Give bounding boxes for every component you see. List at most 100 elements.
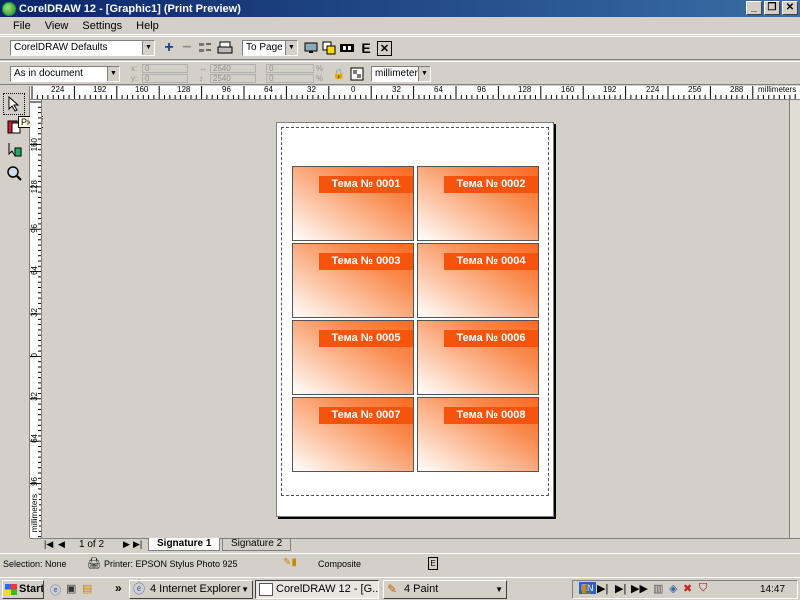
card-title: Тема № 0003 (319, 253, 413, 270)
menu-view[interactable]: View (38, 20, 76, 32)
card-title: Тема № 0008 (444, 407, 538, 424)
explorer-quicklaunch-icon[interactable]: ▤ (82, 582, 92, 595)
chevron-down-icon[interactable]: ▼ (285, 41, 297, 55)
close-button[interactable]: ✕ (782, 1, 798, 15)
label-card[interactable]: Тема № 0004 (417, 243, 539, 318)
start-button[interactable]: Start (2, 580, 44, 599)
print-icon[interactable] (216, 39, 234, 57)
taskbar-coreldraw[interactable]: CorelDRAW 12 - [G... (255, 580, 379, 599)
ie-quicklaunch-icon[interactable]: ⓔ (50, 582, 61, 598)
ie-icon: ⓔ (133, 582, 146, 596)
ruler-tick: 160 (30, 138, 39, 152)
mirror-icon[interactable]: E (357, 39, 375, 57)
scale-x-field[interactable]: 0 (266, 64, 314, 73)
invert-icon[interactable] (338, 39, 356, 57)
y-label: y: (131, 74, 138, 83)
tab-signature-2[interactable]: Signature 2 (222, 538, 292, 551)
restore-button[interactable]: ❐ (764, 1, 780, 15)
marks-placement-icon[interactable] (3, 139, 25, 161)
vertical-scrollbar[interactable] (789, 100, 800, 538)
width-icon: ↔ (199, 64, 207, 73)
page-tab-bar: |◀ ◀ 1 of 2 ▶ ▶| Signature 1 Signature 2 (30, 538, 800, 551)
antivirus-icon[interactable]: ⛉ (699, 582, 707, 595)
full-screen-icon[interactable] (302, 39, 320, 57)
tab-signature-1[interactable]: Signature 1 (148, 538, 221, 551)
ruler-tick: 160 (561, 86, 575, 94)
ruler-tick: 128 (177, 86, 191, 94)
pick-tool-icon[interactable] (3, 93, 25, 115)
ruler-tick: 96 (477, 86, 486, 94)
taskbar-paint[interactable]: ✎ 4 Paint ▼ (383, 580, 507, 599)
ruler-tick: 64 (264, 86, 273, 94)
label-card[interactable]: Тема № 0002 (417, 166, 539, 241)
ruler-tick: 32 (392, 86, 401, 94)
minimize-button[interactable]: _ (746, 1, 762, 15)
print-options-icon[interactable] (196, 39, 214, 57)
color-separations-icon[interactable] (320, 39, 338, 57)
menu-settings[interactable]: Settings (75, 20, 129, 32)
menu-file[interactable]: File (6, 20, 38, 32)
clock: 14:47 (760, 584, 786, 595)
chevron-down-icon[interactable]: ▼ (418, 67, 430, 81)
next-page-icon[interactable]: ▶ (123, 539, 130, 550)
preview-canvas[interactable]: Тема № 0001 Тема № 0002 Тема № 0003 Тема… (43, 101, 789, 538)
lock-icon[interactable]: 🔒 (330, 65, 348, 83)
tray-alert-icon[interactable]: ✖ (683, 582, 692, 595)
label-card[interactable]: Тема № 0006 (417, 320, 539, 395)
chevron-down-icon[interactable]: ▼ (142, 41, 154, 55)
label-card[interactable]: Тема № 0008 (417, 397, 539, 472)
card-title: Тема № 0002 (444, 176, 538, 193)
ruler-tick: 64 (30, 266, 39, 275)
chevron-down-icon: ▼ (241, 585, 249, 594)
scale-y-field[interactable]: 0 (266, 74, 314, 83)
units-select[interactable]: millimeters ▼ (371, 66, 431, 82)
zoom-icon[interactable] (3, 162, 25, 184)
media-play-icon[interactable]: ▶| (615, 582, 626, 595)
ruler-tick: 160 (135, 86, 149, 94)
x-field[interactable]: 0 (142, 64, 188, 73)
media-play-icon[interactable]: ▶| (597, 582, 608, 595)
ruler-tick: 128 (30, 180, 39, 194)
desktop-quicklaunch-icon[interactable]: ▣ (66, 582, 76, 595)
media-skip-icon[interactable]: ▶▶ (631, 582, 648, 595)
label-card[interactable]: Тема № 0005 (292, 320, 414, 395)
windows-logo-icon (5, 584, 17, 595)
property-bar: As in document ▼ x: 0 y: 0 ↔ 2540 ↕ 2540… (0, 61, 800, 85)
first-page-icon[interactable]: |◀ (44, 539, 53, 550)
menu-help[interactable]: Help (129, 20, 166, 32)
close-print-preview-icon[interactable]: ✕ (377, 41, 392, 56)
prev-page-icon[interactable]: ◀ (58, 539, 65, 550)
width-field[interactable]: 2540 (210, 64, 256, 73)
y-field[interactable]: 0 (142, 74, 188, 83)
tray-app-icon[interactable]: ◧ (581, 582, 591, 595)
taskbar-internet-explorer[interactable]: ⓔ 4 Internet Explorer ▼ (129, 580, 253, 599)
label-card[interactable]: Тема № 0003 (292, 243, 414, 318)
x-label: x: (131, 64, 138, 73)
add-print-style-icon[interactable]: + (160, 39, 178, 57)
coreldraw-icon (259, 583, 273, 596)
label-card[interactable]: Тема № 0001 (292, 166, 414, 241)
start-label: Start (19, 583, 44, 595)
ruler-tick: 256 (688, 86, 702, 94)
print-style-select[interactable]: CorelDRAW Defaults ▼ (10, 40, 155, 56)
status-bar: Selection: None 🖨 Printer: EPSON Stylus … (0, 553, 800, 575)
last-page-icon[interactable]: ▶| (133, 539, 142, 550)
remove-print-style-icon[interactable]: − (178, 39, 196, 57)
position-select[interactable]: As in document ▼ (10, 66, 120, 82)
printer-status: Printer: EPSON Stylus Photo 925 (104, 559, 238, 569)
color-mode-status: Composite (318, 559, 362, 569)
label-card[interactable]: Тема № 0007 (292, 397, 414, 472)
height-field[interactable]: 2540 (210, 74, 256, 83)
ruler-tick: 224 (51, 86, 65, 94)
ruler-tick: 32 (307, 86, 316, 94)
tray-tool-icon[interactable]: ◈ (669, 582, 677, 595)
ruler-tick: 96 (30, 477, 39, 486)
tile-icon[interactable] (348, 65, 366, 83)
network-icon[interactable]: ▥ (653, 582, 663, 595)
system-tray: ◧ ▶| ▶| ▶▶ ▥ ◈ ✖ ⛉ 14:47 (572, 580, 798, 599)
coreldraw-app-icon[interactable] (2, 1, 16, 16)
chevron-down-icon[interactable]: ▼ (107, 67, 119, 81)
position-value: As in document (14, 68, 83, 79)
quicklaunch-more-icon[interactable]: » (115, 581, 122, 595)
zoom-select[interactable]: To Page ▼ (242, 40, 298, 56)
